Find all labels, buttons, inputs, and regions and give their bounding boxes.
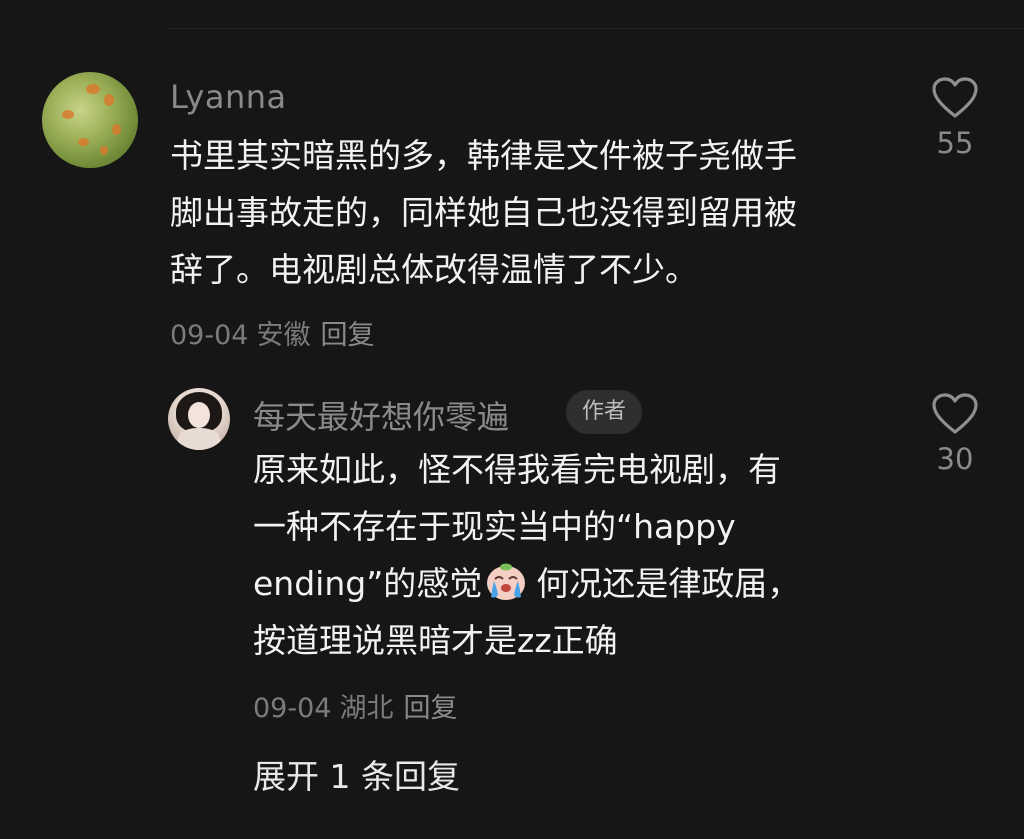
avatar[interactable] bbox=[42, 72, 138, 168]
comment-thread: Lyanna 书里其实暗黑的多，韩律是文件被子尧做手 脚出事故走的，同样她自己也… bbox=[0, 0, 1024, 839]
reply-text-line: 按道理说黑暗才是zz正确 bbox=[253, 621, 618, 660]
comment-text: 书里其实暗黑的多，韩律是文件被子尧做手 脚出事故走的，同样她自己也没得到留用被 … bbox=[170, 127, 797, 298]
reply-text-line: 原来如此，怪不得我看完电视剧，有 bbox=[253, 450, 781, 489]
expand-replies-button[interactable]: 展开 1 条回复 bbox=[253, 750, 460, 798]
reply-button[interactable]: 回复 bbox=[320, 320, 374, 351]
author-badge: 作者 bbox=[566, 390, 643, 434]
crying-face-emoji-icon bbox=[487, 563, 526, 600]
reply-text: 原来如此，怪不得我看完电视剧，有 一种不存在于现实当中的“happy endin… bbox=[253, 441, 800, 669]
reply-text-segment: 何况还是律政届， bbox=[536, 564, 801, 603]
reply-username[interactable]: 每天最好想你零遍 bbox=[253, 392, 509, 438]
comment-location: 安徽 bbox=[256, 320, 311, 351]
heart-icon bbox=[932, 77, 978, 118]
reply-location: 湖北 bbox=[339, 693, 394, 724]
avatar[interactable] bbox=[168, 388, 230, 450]
reply-text-segment: ending”的感觉 bbox=[253, 564, 483, 603]
comment-text-line: 辞了。电视剧总体改得温情了不少。 bbox=[170, 250, 698, 289]
comment-text-line: 书里其实暗黑的多，韩律是文件被子尧做手 bbox=[170, 136, 797, 175]
heart-icon bbox=[932, 393, 978, 434]
reply-meta: 09-04 湖北 回复 bbox=[253, 686, 457, 725]
like-button[interactable]: 55 bbox=[920, 76, 990, 160]
reply-button[interactable]: 回复 bbox=[403, 693, 457, 724]
like-count: 55 bbox=[936, 126, 974, 160]
like-count: 30 bbox=[936, 442, 974, 476]
comment-date: 09-04 bbox=[170, 320, 249, 351]
reply-text-line: ending”的感觉 何况还是律政届， bbox=[253, 555, 800, 612]
divider bbox=[168, 28, 1024, 29]
comment-text-line: 脚出事故走的，同样她自己也没得到留用被 bbox=[170, 193, 797, 232]
like-button[interactable]: 30 bbox=[920, 392, 990, 476]
comment-username[interactable]: Lyanna bbox=[170, 78, 287, 116]
reply-date: 09-04 bbox=[253, 693, 332, 724]
reply-text-line: 一种不存在于现实当中的“happy bbox=[253, 507, 736, 546]
comment-meta: 09-04 安徽 回复 bbox=[170, 313, 374, 352]
